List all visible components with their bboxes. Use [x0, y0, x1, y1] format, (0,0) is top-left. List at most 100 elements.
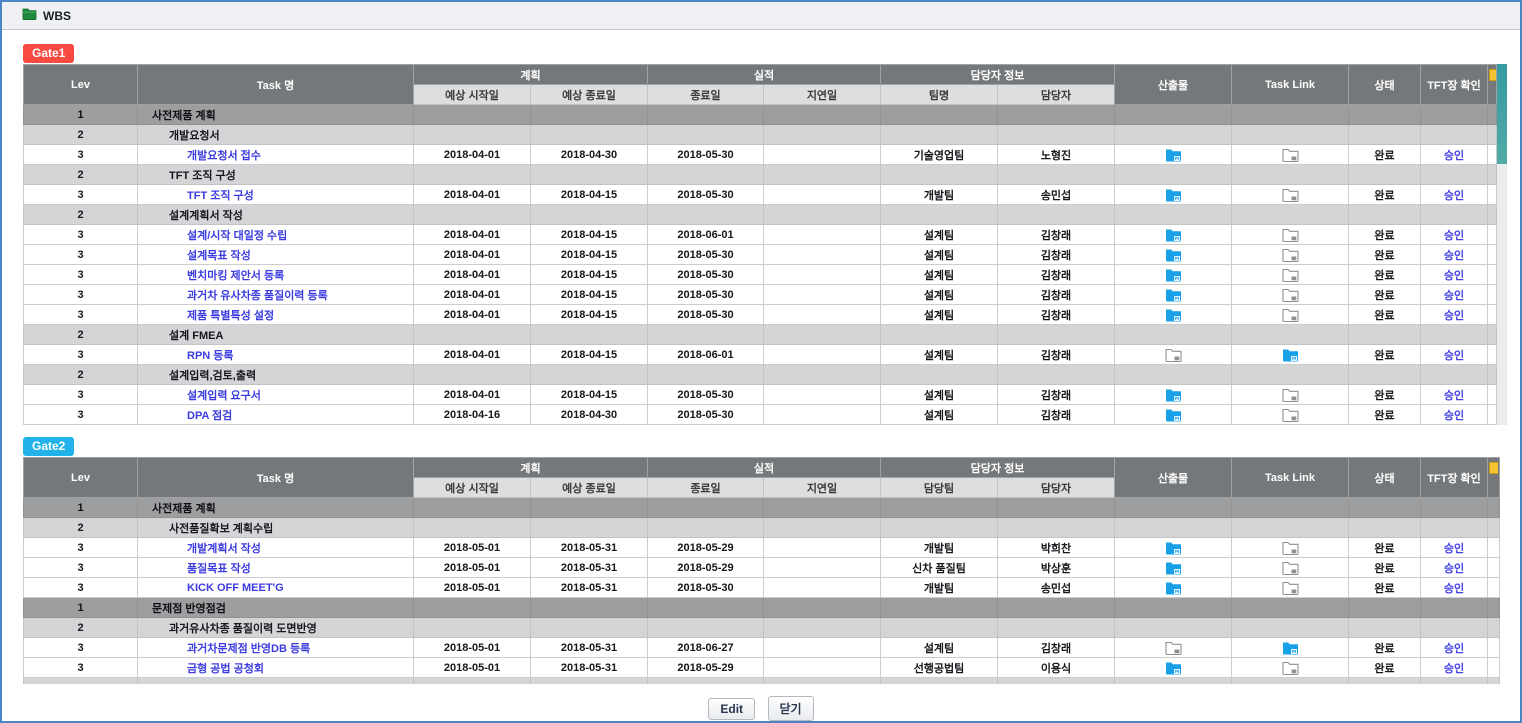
- plan-end-cell: [531, 598, 648, 618]
- task-name-link[interactable]: RPN 등록: [142, 350, 234, 362]
- task-name-link[interactable]: TFT 조직 구성: [142, 190, 254, 202]
- folder-blue-icon[interactable]: [1165, 268, 1182, 280]
- folder-blue-icon[interactable]: [1165, 188, 1182, 200]
- approve-link[interactable]: 승인: [1444, 390, 1464, 402]
- task-name-link[interactable]: 설계목표 작성: [142, 250, 251, 262]
- folder-blue-icon[interactable]: [1282, 348, 1299, 360]
- team-cell: [881, 125, 998, 145]
- task-name-cell: 과거유사차종 품질이력 도면반영: [138, 618, 414, 638]
- approve-link[interactable]: 승인: [1444, 350, 1464, 362]
- clipped-cell: [1488, 165, 1497, 185]
- approve-link[interactable]: 승인: [1444, 583, 1464, 595]
- plan-start-cell: 2018-04-01: [414, 345, 531, 365]
- col-header-plan-start: 예상 시작일: [414, 478, 531, 498]
- lev-cell: 3: [24, 538, 138, 558]
- folder-blue-icon[interactable]: [1165, 308, 1182, 320]
- approve-link[interactable]: 승인: [1444, 643, 1464, 655]
- approve-link[interactable]: 승인: [1444, 563, 1464, 575]
- task-link-cell: [1232, 285, 1349, 305]
- confirm-cell: 승인: [1421, 185, 1488, 205]
- folder-blue-icon[interactable]: [1165, 248, 1182, 260]
- edit-button[interactable]: Edit: [708, 698, 755, 720]
- folder-outline-icon[interactable]: [1165, 641, 1182, 653]
- folder-blue-icon[interactable]: [1165, 661, 1182, 673]
- approve-link[interactable]: 승인: [1444, 543, 1464, 555]
- folder-blue-icon[interactable]: [1165, 581, 1182, 593]
- person-cell: 송민섭: [998, 185, 1115, 205]
- task-name-link[interactable]: 설계입력 요구서: [142, 390, 261, 402]
- approve-link[interactable]: 승인: [1444, 190, 1464, 202]
- approve-link[interactable]: 승인: [1444, 290, 1464, 302]
- task-name-link[interactable]: DPA 점검: [142, 410, 232, 422]
- close-button[interactable]: 닫기: [768, 696, 814, 721]
- col-group-plan: 계획: [414, 65, 648, 85]
- task-name-link[interactable]: 개발요청서 접수: [142, 150, 261, 162]
- folder-blue-icon[interactable]: [1165, 388, 1182, 400]
- task-name-link[interactable]: 제품 특별특성 설정: [142, 310, 274, 322]
- folder-outline-icon[interactable]: [1282, 561, 1299, 573]
- task-name-link[interactable]: 벤치마킹 제안서 등록: [142, 270, 284, 282]
- task-name-link[interactable]: 설계/시작 대일정 수립: [142, 230, 287, 242]
- approve-link[interactable]: 승인: [1444, 230, 1464, 242]
- approve-link[interactable]: 승인: [1444, 270, 1464, 282]
- folder-outline-icon[interactable]: [1282, 228, 1299, 240]
- plan-end-cell: [531, 618, 648, 638]
- team-cell: 설계팀: [881, 385, 998, 405]
- group-name-label: 사전품질확보 계획수립: [142, 523, 273, 535]
- task-name-link[interactable]: 개발계획서 작성: [142, 543, 261, 555]
- folder-outline-icon[interactable]: [1282, 268, 1299, 280]
- task-link-cell: [1232, 385, 1349, 405]
- task-name-link[interactable]: 품질목표 작성: [142, 563, 251, 575]
- folder-blue-icon[interactable]: [1165, 228, 1182, 240]
- deliverable-cell: [1115, 105, 1232, 125]
- vertical-scrollbar[interactable]: [1497, 64, 1507, 425]
- group-name-label: 과거유사차종 품질이력 도면반영: [142, 623, 317, 635]
- task-name-link[interactable]: KICK OFF MEET'G: [142, 582, 284, 594]
- folder-outline-icon[interactable]: [1165, 348, 1182, 360]
- approve-link[interactable]: 승인: [1444, 310, 1464, 322]
- lev-cell: 2: [24, 205, 138, 225]
- task-name-link[interactable]: 과거차문제점 반영DB 등록: [142, 643, 310, 655]
- task-link-cell: [1232, 578, 1349, 598]
- folder-outline-icon[interactable]: [1282, 188, 1299, 200]
- folder-outline-icon[interactable]: [1282, 541, 1299, 553]
- lev-cell: 3: [24, 285, 138, 305]
- plan-end-cell: 2018-04-15: [531, 265, 648, 285]
- approve-link[interactable]: 승인: [1444, 150, 1464, 162]
- folder-blue-icon[interactable]: [1165, 541, 1182, 553]
- task-name-link[interactable]: 과거차 유사차종 품질이력 등록: [142, 290, 328, 302]
- folder-blue-icon[interactable]: [1282, 641, 1299, 653]
- task-name-link[interactable]: 금형 공법 공청회: [142, 663, 264, 675]
- folder-blue-icon[interactable]: [1165, 148, 1182, 160]
- approve-link[interactable]: 승인: [1444, 250, 1464, 262]
- actual-end-cell: [648, 498, 764, 518]
- approve-link[interactable]: 승인: [1444, 663, 1464, 675]
- task-link-cell: [1232, 125, 1349, 145]
- group-row: 2설계입력,검토,출력: [24, 365, 1497, 385]
- folder-blue-icon[interactable]: [1165, 561, 1182, 573]
- folder-outline-icon[interactable]: [1282, 388, 1299, 400]
- folder-outline-icon[interactable]: [1282, 248, 1299, 260]
- folder-outline-icon[interactable]: [1282, 308, 1299, 320]
- approve-link[interactable]: 승인: [1444, 410, 1464, 422]
- plan-start-cell: 2018-04-01: [414, 285, 531, 305]
- task-name-cell: 제품 특별특성 설정: [138, 305, 414, 325]
- lev-cell: 2: [24, 365, 138, 385]
- scrollbar-thumb[interactable]: [1497, 64, 1507, 164]
- lev-cell: 3: [24, 638, 138, 658]
- deliverable-cell: [1115, 365, 1232, 385]
- folder-outline-icon[interactable]: [1282, 408, 1299, 420]
- plan-start-cell: 2018-05-01: [414, 658, 531, 678]
- group-name-label: 설계계획서 작성: [142, 210, 243, 222]
- task-link-cell: [1232, 598, 1349, 618]
- person-cell: 김창래: [998, 405, 1115, 425]
- folder-outline-icon[interactable]: [1282, 581, 1299, 593]
- clipped-column-header: [1488, 458, 1500, 498]
- plan-start-cell: [414, 365, 531, 385]
- folder-blue-icon[interactable]: [1165, 288, 1182, 300]
- folder-blue-icon[interactable]: [1165, 408, 1182, 420]
- folder-outline-icon[interactable]: [1282, 288, 1299, 300]
- task-link-cell: [1232, 538, 1349, 558]
- folder-outline-icon[interactable]: [1282, 148, 1299, 160]
- folder-outline-icon[interactable]: [1282, 661, 1299, 673]
